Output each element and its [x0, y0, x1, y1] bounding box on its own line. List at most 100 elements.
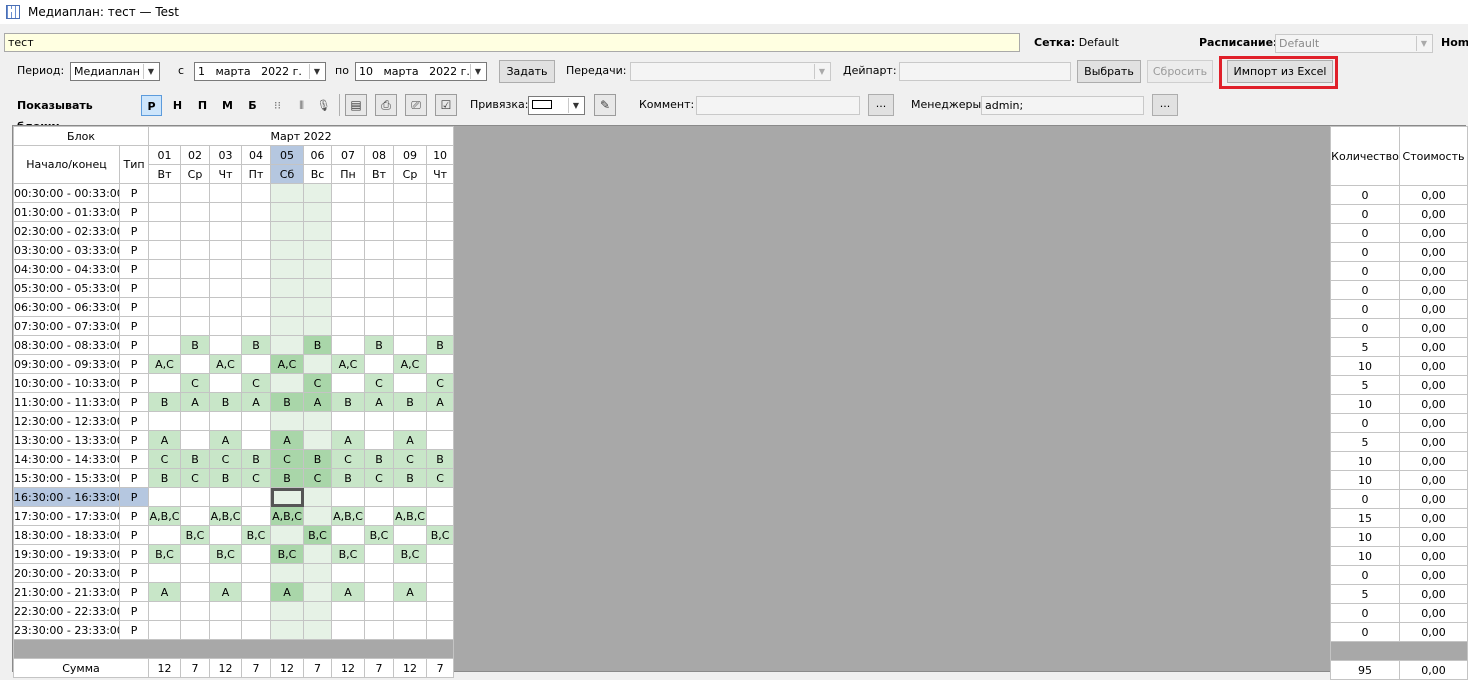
grid-dots-icon[interactable]: ⁝⁝: [267, 95, 288, 116]
schedule-cell[interactable]: [148, 259, 182, 279]
schedule-cell[interactable]: C: [209, 449, 243, 469]
schedule-cell[interactable]: [209, 240, 243, 260]
schedule-cell[interactable]: [270, 411, 305, 431]
date-to-picker[interactable]: 10 марта 2022 г. ▼: [355, 62, 487, 81]
schedule-cell[interactable]: [303, 316, 333, 336]
schedule-cell[interactable]: [364, 354, 395, 374]
schedule-cell[interactable]: [270, 601, 305, 621]
schedule-cell[interactable]: B,C: [209, 544, 243, 564]
schedule-cell[interactable]: C: [241, 373, 272, 393]
schedule-cell[interactable]: B: [426, 335, 455, 355]
schedule-cell[interactable]: [241, 601, 272, 621]
time-cell[interactable]: 08:30:00 - 08:33:00: [13, 335, 120, 355]
schedule-cell[interactable]: A,B,C: [148, 506, 182, 526]
schedule-cell[interactable]: [180, 582, 211, 602]
schedule-cell[interactable]: [426, 506, 455, 526]
columns-icon[interactable]: ⫴: [291, 95, 312, 116]
schedule-cell[interactable]: [303, 183, 333, 203]
schedule-cell[interactable]: [180, 563, 211, 583]
day-header[interactable]: 03: [209, 145, 243, 165]
schedule-cell[interactable]: B: [393, 468, 428, 488]
schedule-cell[interactable]: [303, 582, 333, 602]
schedule-cell[interactable]: [364, 183, 395, 203]
schedule-cell[interactable]: [241, 544, 272, 564]
schedule-cell[interactable]: [364, 487, 395, 507]
schedule-cell[interactable]: [426, 354, 455, 374]
weekday-header[interactable]: Вт: [364, 164, 395, 184]
schedule-cell[interactable]: [426, 240, 455, 260]
schedule-cell[interactable]: [209, 563, 243, 583]
schedule-cell[interactable]: [241, 487, 272, 507]
microphone-icon[interactable]: 🎙: [313, 95, 334, 116]
schedule-cell[interactable]: [270, 373, 305, 393]
schedule-cell[interactable]: [393, 240, 428, 260]
schedule-cell[interactable]: [331, 240, 366, 260]
schedule-cell[interactable]: [364, 297, 395, 317]
schedule-cell[interactable]: [364, 582, 395, 602]
schedule-cell[interactable]: [180, 240, 211, 260]
weekday-header[interactable]: Чт: [426, 164, 455, 184]
schedule-cell[interactable]: [148, 411, 182, 431]
schedule-cell[interactable]: [393, 259, 428, 279]
schedule-cell[interactable]: [180, 601, 211, 621]
time-cell[interactable]: 07:30:00 - 07:33:00: [13, 316, 120, 336]
schedule-select[interactable]: Default ▼: [1275, 34, 1433, 53]
schedule-cell[interactable]: [241, 582, 272, 602]
schedule-cell[interactable]: B,C: [331, 544, 366, 564]
schedule-cell[interactable]: B: [241, 449, 272, 469]
schedule-cell[interactable]: A: [364, 392, 395, 412]
schedule-cell[interactable]: [393, 335, 428, 355]
schedule-cell[interactable]: [209, 183, 243, 203]
schedule-cell[interactable]: [148, 221, 182, 241]
managers-field[interactable]: admin;: [981, 96, 1144, 115]
schedule-cell[interactable]: A: [393, 582, 428, 602]
schedule-cell[interactable]: A: [209, 582, 243, 602]
schedule-cell[interactable]: [148, 335, 182, 355]
schedule-cell[interactable]: C: [393, 449, 428, 469]
schedule-cell[interactable]: A: [331, 430, 366, 450]
schedule-cell[interactable]: C: [426, 373, 455, 393]
schedule-cell[interactable]: A,B,C: [209, 506, 243, 526]
time-cell[interactable]: 19:30:00 - 19:33:00: [13, 544, 120, 564]
schedule-cell[interactable]: [426, 601, 455, 621]
schedule-cell[interactable]: [270, 202, 305, 222]
weekday-header[interactable]: Чт: [209, 164, 243, 184]
schedule-cell[interactable]: [270, 240, 305, 260]
schedule-cell[interactable]: [393, 278, 428, 298]
schedule-cell[interactable]: A,C: [331, 354, 366, 374]
schedule-cell[interactable]: A: [270, 430, 305, 450]
time-cell[interactable]: 10:30:00 - 10:33:00: [13, 373, 120, 393]
toggle-block-b[interactable]: Б: [242, 95, 263, 116]
schedule-cell[interactable]: [426, 316, 455, 336]
schedule-cell[interactable]: [148, 183, 182, 203]
schedule-cell[interactable]: [364, 202, 395, 222]
schedule-cell[interactable]: [209, 525, 243, 545]
day-header[interactable]: 05: [270, 145, 305, 165]
schedule-cell[interactable]: B: [331, 468, 366, 488]
schedule-cell[interactable]: [364, 221, 395, 241]
schedule-cell[interactable]: [303, 563, 333, 583]
schedule-cell[interactable]: [331, 278, 366, 298]
schedule-cell[interactable]: C: [364, 468, 395, 488]
schedule-cell[interactable]: [241, 506, 272, 526]
weekday-header[interactable]: Сб: [270, 164, 305, 184]
schedule-cell[interactable]: [364, 240, 395, 260]
schedule-cell[interactable]: [148, 563, 182, 583]
schedule-cell[interactable]: [241, 221, 272, 241]
schedule-cell[interactable]: [331, 316, 366, 336]
comment-field[interactable]: [696, 96, 860, 115]
reset-button[interactable]: Сбросить: [1147, 60, 1213, 83]
time-cell[interactable]: 17:30:00 - 17:33:00: [13, 506, 120, 526]
schedule-cell[interactable]: [241, 297, 272, 317]
managers-more-button[interactable]: ...: [1152, 94, 1178, 116]
schedule-cell[interactable]: [209, 373, 243, 393]
edit-binding-icon[interactable]: ✎: [594, 94, 616, 116]
time-cell[interactable]: 18:30:00 - 18:33:00: [13, 525, 120, 545]
schedule-cell[interactable]: [303, 297, 333, 317]
schedule-cell[interactable]: A,B,C: [331, 506, 366, 526]
schedule-cell[interactable]: [393, 373, 428, 393]
schedule-cell[interactable]: [331, 335, 366, 355]
schedule-cell[interactable]: [393, 316, 428, 336]
schedule-cell[interactable]: [331, 525, 366, 545]
binding-color-select[interactable]: ▼: [528, 96, 585, 115]
